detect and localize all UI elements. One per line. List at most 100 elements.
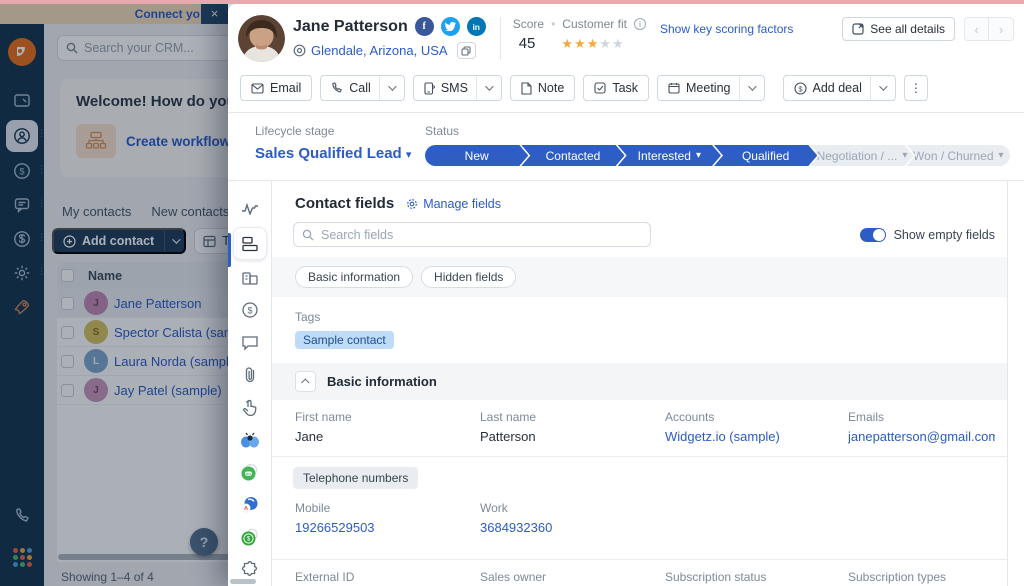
field-external-id: External IDClick to add xyxy=(295,570,480,586)
caret-icon: ▾ xyxy=(696,150,701,161)
svg-text:aba: aba xyxy=(246,472,252,476)
stage-new[interactable]: New xyxy=(425,145,528,166)
expand-icon xyxy=(852,23,864,35)
score-label: Score xyxy=(513,17,544,31)
chip-basic-information[interactable]: Basic information xyxy=(295,266,413,288)
field-first-name: First nameJane xyxy=(295,410,480,444)
location-pin-icon xyxy=(293,44,306,57)
field-subscription-status: Subscription statusSubscribed xyxy=(665,570,848,586)
rail-conversations-icon[interactable] xyxy=(233,328,267,357)
search-fields-placeholder: Search fields xyxy=(321,228,393,242)
call-button[interactable]: Call xyxy=(320,75,405,101)
field-work: Work3684932360 xyxy=(480,501,665,535)
sms-dropdown-caret[interactable] xyxy=(476,76,491,100)
stage-contacted[interactable]: Contacted xyxy=(521,145,624,166)
lifecycle-status-bar: Lifecycle stage Sales Qualified Lead ▾ S… xyxy=(228,113,1024,181)
record-navigation: ‹ › xyxy=(964,17,1014,41)
rail-engagement-icon[interactable] xyxy=(233,393,267,422)
more-actions-button[interactable]: ⋮ xyxy=(904,75,928,101)
contact-fields-pane: Contact fields Manage fields Search fiel… xyxy=(272,181,1007,586)
add-deal-button[interactable]: $ Add deal xyxy=(783,75,896,101)
tags-label: Tags xyxy=(295,310,1007,324)
caret-icon: ▾ xyxy=(902,150,907,161)
divider xyxy=(500,17,501,60)
stage-interested[interactable]: Interested▾ xyxy=(618,145,721,166)
manage-fields-link[interactable]: Manage fields xyxy=(406,197,501,211)
collapse-icon[interactable] xyxy=(295,371,316,392)
search-icon xyxy=(302,229,314,241)
contact-photo[interactable] xyxy=(238,15,285,62)
stage-qualified[interactable]: Qualified xyxy=(714,145,817,166)
quick-actions: Email Call SMS Note Task Me xyxy=(240,75,1014,101)
field-sales-owner: Sales ownerLauren Young xyxy=(480,570,665,586)
info-icon[interactable]: i xyxy=(634,18,646,30)
status-label: Status xyxy=(425,124,1010,138)
lifecycle-stage-value[interactable]: Sales Qualified Lead ▾ xyxy=(255,145,425,162)
caret-icon: ▾ xyxy=(999,150,1004,161)
call-dropdown-caret[interactable] xyxy=(379,76,394,100)
sms-icon xyxy=(424,82,435,95)
next-record-button[interactable]: › xyxy=(989,18,1013,40)
task-icon xyxy=(594,82,606,94)
chip-hidden-fields[interactable]: Hidden fields xyxy=(421,266,516,288)
rail-freddy-ai-icon[interactable] xyxy=(233,425,267,454)
right-gutter xyxy=(1007,181,1024,586)
contact-header: Jane Patterson f in Glendale, Arizona, U… xyxy=(228,4,1024,113)
fields-row: External IDClick to add Sales ownerLaure… xyxy=(272,559,1007,586)
add-deal-dropdown-caret[interactable] xyxy=(870,76,885,100)
contact-location[interactable]: Glendale, Arizona, USA xyxy=(311,43,448,58)
linkedin-icon[interactable]: in xyxy=(467,17,486,36)
lifecycle-stage-label: Lifecycle stage xyxy=(255,124,425,138)
customer-fit-stars: ★★★★★ xyxy=(561,36,624,52)
rail-deals-icon[interactable]: $ xyxy=(233,296,267,325)
search-fields-input[interactable]: Search fields xyxy=(293,222,651,247)
twitter-icon[interactable] xyxy=(441,17,460,36)
field-mobile: Mobile19266529503 xyxy=(295,501,480,535)
customer-fit-label: Customer fit xyxy=(562,17,627,31)
score-value: 45 xyxy=(519,35,536,52)
stage-negotiation[interactable]: Negotiation / ...▾ xyxy=(810,145,913,166)
field-emails: Emailsjanepatterson@gmail.com xyxy=(848,410,1007,444)
call-icon xyxy=(331,82,343,94)
rail-whatsapp-icon[interactable]: aba xyxy=(233,458,267,487)
task-button[interactable]: Task xyxy=(583,75,649,101)
field-last-name: Last namePatterson xyxy=(480,410,665,444)
telephone-numbers-group: Telephone numbers xyxy=(293,467,418,489)
rail-scrollbar[interactable] xyxy=(230,579,256,584)
background-app: Connect yo × $ xyxy=(0,4,228,586)
status-pipeline: New Contacted Interested▾ Qualified Nego… xyxy=(425,145,1010,166)
email-icon xyxy=(251,83,264,94)
sms-button[interactable]: SMS xyxy=(413,75,502,101)
modal-backdrop[interactable] xyxy=(0,4,228,586)
scoring-factors-link[interactable]: Show key scoring factors xyxy=(660,22,793,36)
note-button[interactable]: Note xyxy=(510,75,575,101)
show-empty-fields-toggle[interactable] xyxy=(860,228,886,242)
tag-sample-contact[interactable]: Sample contact xyxy=(295,331,394,349)
gear-icon xyxy=(406,198,418,210)
svg-text:$: $ xyxy=(247,306,252,316)
basic-information-section-header[interactable]: Basic information xyxy=(272,363,1007,400)
meeting-dropdown-caret[interactable] xyxy=(739,76,754,100)
caret-icon: ▾ xyxy=(406,149,412,161)
meeting-button[interactable]: Meeting xyxy=(657,75,764,101)
rail-accounts-icon[interactable] xyxy=(233,263,267,292)
fields-row-phones: Mobile19266529503 Work3684932360 xyxy=(272,491,1007,547)
email-button[interactable]: Email xyxy=(240,75,312,101)
rail-activity-icon[interactable] xyxy=(233,195,267,224)
facebook-icon[interactable]: f xyxy=(415,17,434,36)
contact-name: Jane Patterson xyxy=(293,18,408,36)
detail-rail: $ aba $ xyxy=(228,181,272,586)
rail-contact-details-icon[interactable] xyxy=(233,227,267,260)
copy-icon[interactable] xyxy=(457,42,476,59)
rail-xero-icon[interactable]: $ xyxy=(233,523,267,552)
rail-connector-icon[interactable] xyxy=(233,490,267,519)
rail-attachments-icon[interactable] xyxy=(233,361,267,390)
see-all-details-button[interactable]: See all details xyxy=(842,17,955,41)
stage-won-churned[interactable]: Won / Churned▾ xyxy=(907,145,1010,166)
contact-fields-title: Contact fields xyxy=(295,195,394,212)
field-subscription-types: Subscription typesNewsletter, Promotiona… xyxy=(848,570,1007,586)
active-rail-indicator xyxy=(228,233,231,267)
fields-row: First nameJane Last namePatterson Accoun… xyxy=(272,400,1007,456)
field-accounts: AccountsWidgetz.io (sample) xyxy=(665,410,848,444)
previous-record-button[interactable]: ‹ xyxy=(965,18,989,40)
